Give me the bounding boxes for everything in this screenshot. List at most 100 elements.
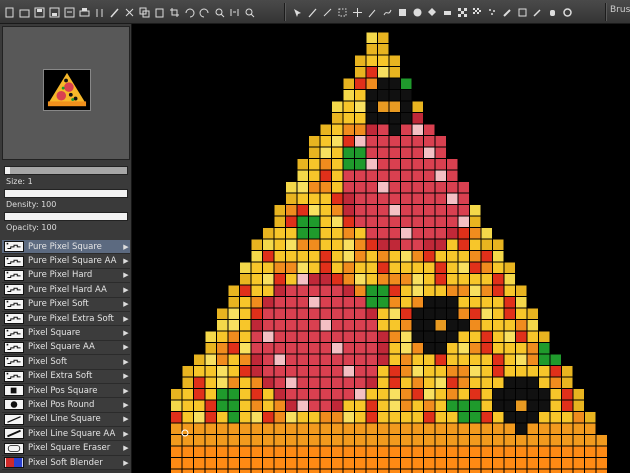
- zoom-tool-button[interactable]: [242, 3, 257, 21]
- hand-tool-button[interactable]: [545, 3, 560, 21]
- brush-item[interactable]: Pixel Pos Round ▶: [2, 398, 130, 413]
- brush-item[interactable]: Pixel Line Square AA ▶: [2, 427, 130, 442]
- save-as-tool-button[interactable]: [47, 3, 62, 21]
- submenu-arrow-icon[interactable]: ▶: [122, 329, 130, 337]
- pixel-cell: [401, 251, 412, 262]
- opacity-slider[interactable]: [4, 212, 128, 221]
- crop-tool-button[interactable]: [167, 3, 182, 21]
- submenu-arrow-icon[interactable]: ▶: [122, 415, 130, 423]
- eraser-tool-button[interactable]: [440, 3, 455, 21]
- pixel-cell: [355, 124, 366, 135]
- brush-item[interactable]: Pure Pixel Hard ▶: [2, 268, 130, 284]
- submenu-arrow-icon[interactable]: ▶: [122, 358, 130, 366]
- open-tool-button[interactable]: [17, 3, 32, 21]
- density-slider[interactable]: [4, 189, 128, 198]
- brush-item[interactable]: Pure Pixel Hard AA ▶: [2, 283, 130, 298]
- submenu-arrow-icon[interactable]: ▶: [122, 286, 130, 294]
- save-tool-button[interactable]: [32, 3, 47, 21]
- submenu-arrow-icon[interactable]: ▶: [122, 243, 130, 251]
- brush-item[interactable]: Pure Pixel Square ▶: [2, 240, 130, 255]
- pixel-cell: [171, 435, 182, 446]
- print-tool-button[interactable]: [77, 3, 92, 21]
- brush-settings-tool-button[interactable]: [107, 3, 122, 21]
- select-tool-button[interactable]: [290, 3, 305, 21]
- pixel-cell: [228, 285, 239, 296]
- drawing-canvas[interactable]: [133, 25, 630, 473]
- brush-menu-label[interactable]: Brus: [610, 5, 630, 15]
- brush-item[interactable]: Pure Pixel Extra Soft ▶: [2, 311, 130, 327]
- flip-tool-button[interactable]: [227, 3, 242, 21]
- submenu-arrow-icon[interactable]: ▶: [122, 444, 130, 452]
- pixel-cell: [332, 147, 343, 158]
- pixel-cell: [274, 400, 285, 411]
- pixel-cell: [458, 331, 469, 342]
- fill-tool-button[interactable]: [425, 3, 440, 21]
- redo-tool-button[interactable]: [197, 3, 212, 21]
- move-tool-button[interactable]: [350, 3, 365, 21]
- submenu-arrow-icon[interactable]: ▶: [122, 430, 130, 438]
- pixel-cell: [240, 274, 251, 285]
- properties-tool-button[interactable]: [92, 3, 107, 21]
- rectangle-tool-button[interactable]: [395, 3, 410, 21]
- cut-tool-button[interactable]: [122, 3, 137, 21]
- pixel-cell: [424, 274, 435, 285]
- brush-item[interactable]: Pixel Pos Square ▶: [2, 383, 130, 399]
- pen-tool-button[interactable]: [305, 3, 320, 21]
- wand-tool-button[interactable]: [365, 3, 380, 21]
- ellipse-tool-button[interactable]: [410, 3, 425, 21]
- eyedropper-tool-button[interactable]: [530, 3, 545, 21]
- settings-tool-button[interactable]: [560, 3, 575, 21]
- brush-item[interactable]: Pixel Square AA ▶: [2, 340, 130, 356]
- size-slider[interactable]: [4, 166, 128, 175]
- stroke-tool-button[interactable]: [380, 3, 395, 21]
- new-tool-button[interactable]: [2, 3, 17, 21]
- pixel-cell: [297, 366, 308, 377]
- pixel-cell: [458, 182, 469, 193]
- line-tool-button[interactable]: [320, 3, 335, 21]
- pixel-cell: [286, 412, 297, 423]
- brush-item[interactable]: Pixel Square Eraser ▶: [2, 441, 130, 456]
- paste-tool-button[interactable]: [152, 3, 167, 21]
- submenu-arrow-icon[interactable]: ▶: [122, 401, 130, 409]
- pixel-cell: [263, 469, 274, 473]
- submenu-arrow-icon[interactable]: ▶: [122, 300, 130, 308]
- smudge-tool-button[interactable]: [500, 3, 515, 21]
- pattern-tool-button[interactable]: [455, 3, 470, 21]
- pixel-cell: [182, 377, 193, 388]
- copy-tool-button[interactable]: [137, 3, 152, 21]
- zoom-in-tool-button[interactable]: [212, 3, 227, 21]
- pixel-cell: [297, 331, 308, 342]
- brush-item[interactable]: Pure Pixel Square AA ▶: [2, 254, 130, 269]
- pixel-cell: [424, 228, 435, 239]
- pixel-cell: [378, 67, 389, 78]
- brush-item[interactable]: Pixel Soft ▶: [2, 355, 130, 370]
- pixel-cell: [217, 331, 228, 342]
- submenu-arrow-icon[interactable]: ▶: [122, 271, 130, 279]
- pixel-cell: [228, 412, 239, 423]
- brush-item[interactable]: Pure Pixel Soft ▶: [2, 297, 130, 312]
- pixel-cell: [332, 297, 343, 308]
- submenu-arrow-icon[interactable]: ▶: [122, 343, 130, 351]
- submenu-arrow-icon[interactable]: ▶: [122, 387, 130, 395]
- navigator-thumbnail[interactable]: [43, 69, 91, 111]
- clone-tool-button[interactable]: [515, 3, 530, 21]
- brush-item[interactable]: Pixel Soft Blender ▶: [2, 455, 130, 471]
- rect-select-tool-button[interactable]: [335, 3, 350, 21]
- pixel-cell: [205, 331, 216, 342]
- brush-item[interactable]: Pixel Square ▶: [2, 326, 130, 341]
- submenu-arrow-icon[interactable]: ▶: [122, 257, 130, 265]
- submenu-arrow-icon[interactable]: ▶: [122, 459, 130, 467]
- pixel-cell: [424, 205, 435, 216]
- pixel-cell: [378, 308, 389, 319]
- pixel-cell: [320, 228, 331, 239]
- gradient-tool-button[interactable]: [470, 3, 485, 21]
- submenu-arrow-icon[interactable]: ▶: [122, 372, 130, 380]
- undo-tool-button[interactable]: [182, 3, 197, 21]
- export-tool-button[interactable]: [62, 3, 77, 21]
- pixel-cell: [412, 366, 423, 377]
- submenu-arrow-icon[interactable]: ▶: [122, 315, 130, 323]
- pixel-cell: [297, 308, 308, 319]
- spray-tool-button[interactable]: [485, 3, 500, 21]
- brush-item[interactable]: Pixel Line Square ▶: [2, 412, 130, 428]
- brush-item[interactable]: Pixel Extra Soft ▶: [2, 369, 130, 384]
